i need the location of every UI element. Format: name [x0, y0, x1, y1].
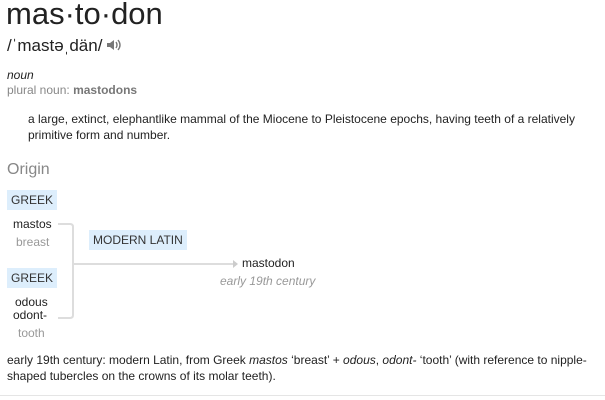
etymology-text: early 19th century: modern Latin, from G…	[7, 353, 250, 367]
etymology-term: mastos	[249, 353, 288, 367]
etymology-connector-lines	[58, 223, 238, 319]
etymology-text: ‘breast’ +	[287, 353, 344, 367]
etymology-note: early 19th century: modern Latin, from G…	[7, 352, 602, 384]
result-word: mastodon	[242, 256, 295, 270]
divider	[0, 395, 605, 396]
etymology-term: odont-	[382, 353, 417, 367]
etymology-term: odous	[343, 353, 376, 367]
result-date: early 19th century	[220, 274, 316, 288]
